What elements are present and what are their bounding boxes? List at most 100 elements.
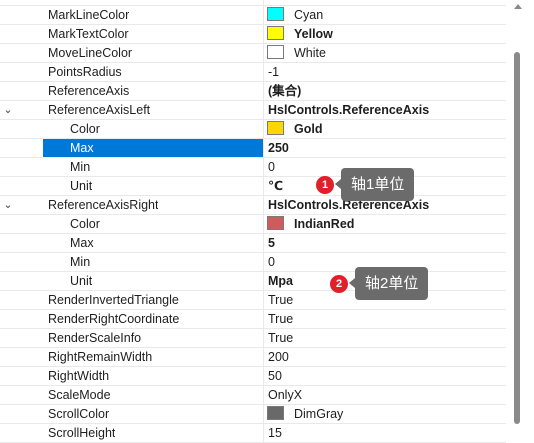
property-row[interactable]: ⌄ ReferenceAxisRight HslControls.Reference… [0, 196, 506, 215]
column-divider [263, 348, 264, 366]
property-row[interactable]: MoveLineColor White [0, 44, 506, 63]
property-value[interactable]: DimGray [294, 405, 343, 423]
property-name: RenderRightCoordinate [48, 312, 180, 326]
property-value[interactable]: True [268, 291, 293, 309]
scroll-up-arrow-icon[interactable] [514, 4, 522, 9]
color-swatch [267, 121, 284, 135]
column-divider [263, 272, 264, 290]
color-swatch [267, 406, 284, 420]
property-value[interactable]: 5 [268, 234, 275, 252]
property-value[interactable]: 250 [268, 139, 289, 157]
property-row[interactable]: Unit Mpa [0, 272, 506, 291]
column-divider [263, 0, 264, 5]
property-value[interactable]: True [268, 310, 293, 328]
property-value[interactable]: Gold [294, 120, 322, 138]
property-name: ReferenceAxisRight [48, 198, 159, 212]
column-divider [263, 25, 264, 43]
column-divider [263, 101, 264, 119]
property-value[interactable]: IndianRed [294, 215, 354, 233]
annotation-number-badge: 2 [330, 275, 348, 293]
annotation-label: 轴1单位 [334, 168, 415, 201]
property-row[interactable]: MarkLineColor Cyan [0, 6, 506, 25]
property-value[interactable]: OnlyX [268, 386, 302, 404]
property-row[interactable]: Min 0 [0, 158, 506, 177]
property-value[interactable]: Mpa [268, 272, 293, 290]
property-row[interactable]: Min 0 [0, 253, 506, 272]
property-value[interactable]: 0 [268, 158, 275, 176]
property-row[interactable]: ScrollColor DimGray [0, 405, 506, 424]
property-row[interactable]: Max 5 [0, 234, 506, 253]
property-row[interactable]: ⌄ ReferenceAxisLeft HslControls.ReferenceA… [0, 101, 506, 120]
property-row[interactable]: PointsRadius -1 [0, 63, 506, 82]
property-row[interactable]: Color IndianRed [0, 215, 506, 234]
color-swatch [267, 216, 284, 230]
color-swatch [267, 45, 284, 59]
property-value[interactable]: White [294, 44, 326, 62]
property-name: MarkTextColor [48, 27, 129, 41]
property-value[interactable]: 50 [268, 367, 282, 385]
property-row[interactable]: RenderInvertedTriangle True [0, 291, 506, 310]
property-grid: LeftWidth50MarkLineColorCyanMarkTextColo… [0, 0, 534, 443]
property-name: PointsRadius [48, 65, 122, 79]
property-row[interactable]: RightRemainWidth 200 [0, 348, 506, 367]
color-swatch [267, 7, 284, 21]
property-name: Max [70, 236, 94, 250]
collapse-chevron-icon[interactable]: ⌄ [2, 102, 14, 118]
property-value[interactable]: True [268, 329, 293, 347]
property-name: RenderScaleInfo [48, 331, 142, 345]
scrollbar-thumb[interactable] [514, 52, 520, 424]
property-name: ReferenceAxis [48, 84, 130, 98]
property-row[interactable]: Max 250 [0, 139, 506, 158]
property-row[interactable]: RightWidth 50 [0, 367, 506, 386]
property-row[interactable]: Color Gold [0, 120, 506, 139]
column-divider [263, 215, 264, 233]
property-name: MarkLineColor [48, 8, 130, 22]
column-divider [263, 310, 264, 328]
property-row[interactable]: RenderScaleInfo True [0, 329, 506, 348]
property-name: RightWidth [48, 369, 110, 383]
property-name: Min [70, 255, 91, 269]
property-row[interactable]: ReferenceAxis (集合) [0, 82, 506, 101]
property-name: RenderInvertedTriangle [48, 293, 179, 307]
annotation-number-badge: 1 [316, 176, 334, 194]
vertical-scrollbar[interactable] [506, 0, 534, 432]
column-divider [263, 196, 264, 214]
property-name: Color [70, 122, 100, 136]
column-divider [263, 6, 264, 24]
column-divider [263, 291, 264, 309]
property-name: Unit [70, 179, 93, 193]
color-swatch [267, 26, 284, 40]
property-value[interactable]: 15 [268, 424, 282, 442]
property-value[interactable]: ℃ [268, 177, 283, 195]
column-divider [263, 329, 264, 347]
property-value[interactable]: HslControls.ReferenceAxis [268, 101, 429, 119]
property-row[interactable]: MarkTextColor Yellow [0, 25, 506, 44]
property-name: ScrollColor [48, 407, 110, 421]
property-value[interactable]: (集合) [268, 82, 301, 100]
column-divider [263, 234, 264, 252]
property-value[interactable]: 200 [268, 348, 289, 366]
property-value[interactable]: 0 [268, 253, 275, 271]
property-name: Min [70, 160, 91, 174]
property-name: MoveLineColor [48, 46, 133, 60]
property-name: ScaleMode [48, 388, 111, 402]
column-divider [263, 405, 264, 423]
property-row[interactable]: ScrollHeight 15 [0, 424, 506, 443]
property-name: RightRemainWidth [48, 350, 153, 364]
property-name: Max [70, 141, 94, 155]
column-divider [263, 63, 264, 81]
property-value[interactable]: -1 [268, 63, 279, 81]
property-value[interactable]: Yellow [294, 25, 333, 43]
column-divider [263, 424, 264, 442]
property-value[interactable]: 50 [268, 0, 282, 5]
property-name: Unit [70, 274, 93, 288]
property-row[interactable]: RenderRightCoordinate True [0, 310, 506, 329]
property-value[interactable]: Cyan [294, 6, 323, 24]
collapse-chevron-icon[interactable]: ⌄ [2, 197, 14, 213]
property-row[interactable]: Unit ℃ [0, 177, 506, 196]
property-row[interactable]: ScaleMode OnlyX [0, 386, 506, 405]
column-divider [263, 120, 264, 138]
property-name: ReferenceAxisLeft [48, 103, 151, 117]
column-divider [263, 158, 264, 176]
property-name: ScrollHeight [48, 426, 116, 440]
